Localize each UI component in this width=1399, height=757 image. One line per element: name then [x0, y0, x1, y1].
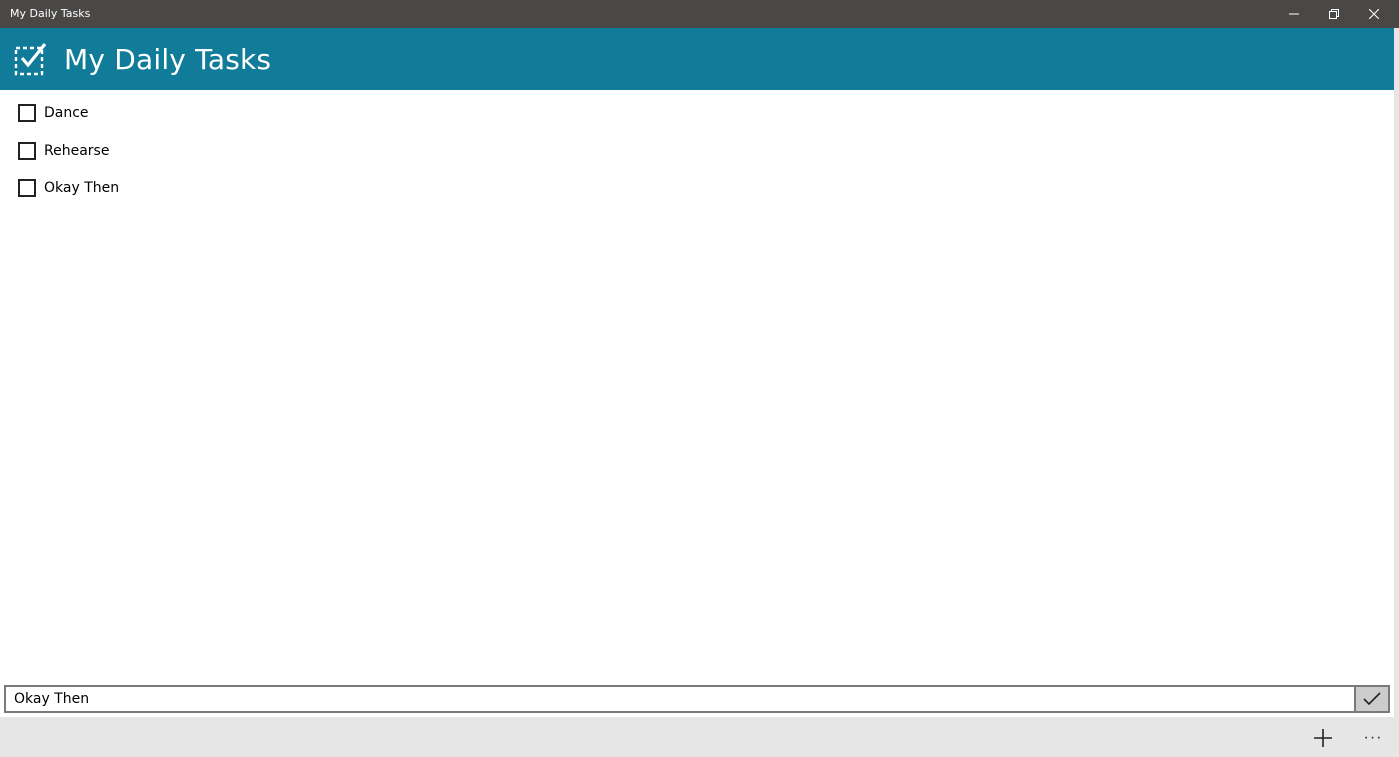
task-checkbox[interactable]	[18, 179, 36, 197]
task-label: Dance	[44, 105, 89, 121]
restore-icon	[1329, 9, 1339, 19]
window-title: My Daily Tasks	[10, 7, 91, 20]
checkmark-icon	[1363, 692, 1381, 706]
restore-button[interactable]	[1314, 0, 1354, 28]
task-label: Okay Then	[44, 180, 120, 196]
minimize-button[interactable]	[1274, 0, 1314, 28]
task-item[interactable]: Okay Then	[18, 178, 119, 198]
task-checkbox[interactable]	[18, 142, 36, 160]
task-item[interactable]: Rehearse	[18, 141, 109, 161]
add-task-button[interactable]	[1306, 723, 1340, 753]
task-checkbox[interactable]	[18, 104, 36, 122]
close-button[interactable]	[1354, 0, 1394, 28]
submit-task-button[interactable]	[1356, 685, 1390, 713]
checklist-icon	[14, 42, 47, 76]
page-title: My Daily Tasks	[64, 43, 272, 76]
command-bar: ···	[0, 717, 1394, 757]
task-label: Rehearse	[44, 143, 110, 159]
title-bar[interactable]: My Daily Tasks	[0, 0, 1399, 28]
new-task-row	[4, 685, 1390, 713]
close-icon	[1369, 9, 1379, 19]
task-item[interactable]: Dance	[18, 103, 89, 123]
app-header: My Daily Tasks	[0, 28, 1394, 90]
plus-icon	[1314, 729, 1332, 747]
new-task-input[interactable]	[4, 685, 1356, 713]
window-border	[1394, 28, 1399, 757]
app-window: My Daily Tasks My Daily Tasks Dance Rehe…	[0, 0, 1399, 757]
minimize-icon	[1289, 13, 1299, 15]
more-options-button[interactable]: ···	[1356, 723, 1390, 753]
